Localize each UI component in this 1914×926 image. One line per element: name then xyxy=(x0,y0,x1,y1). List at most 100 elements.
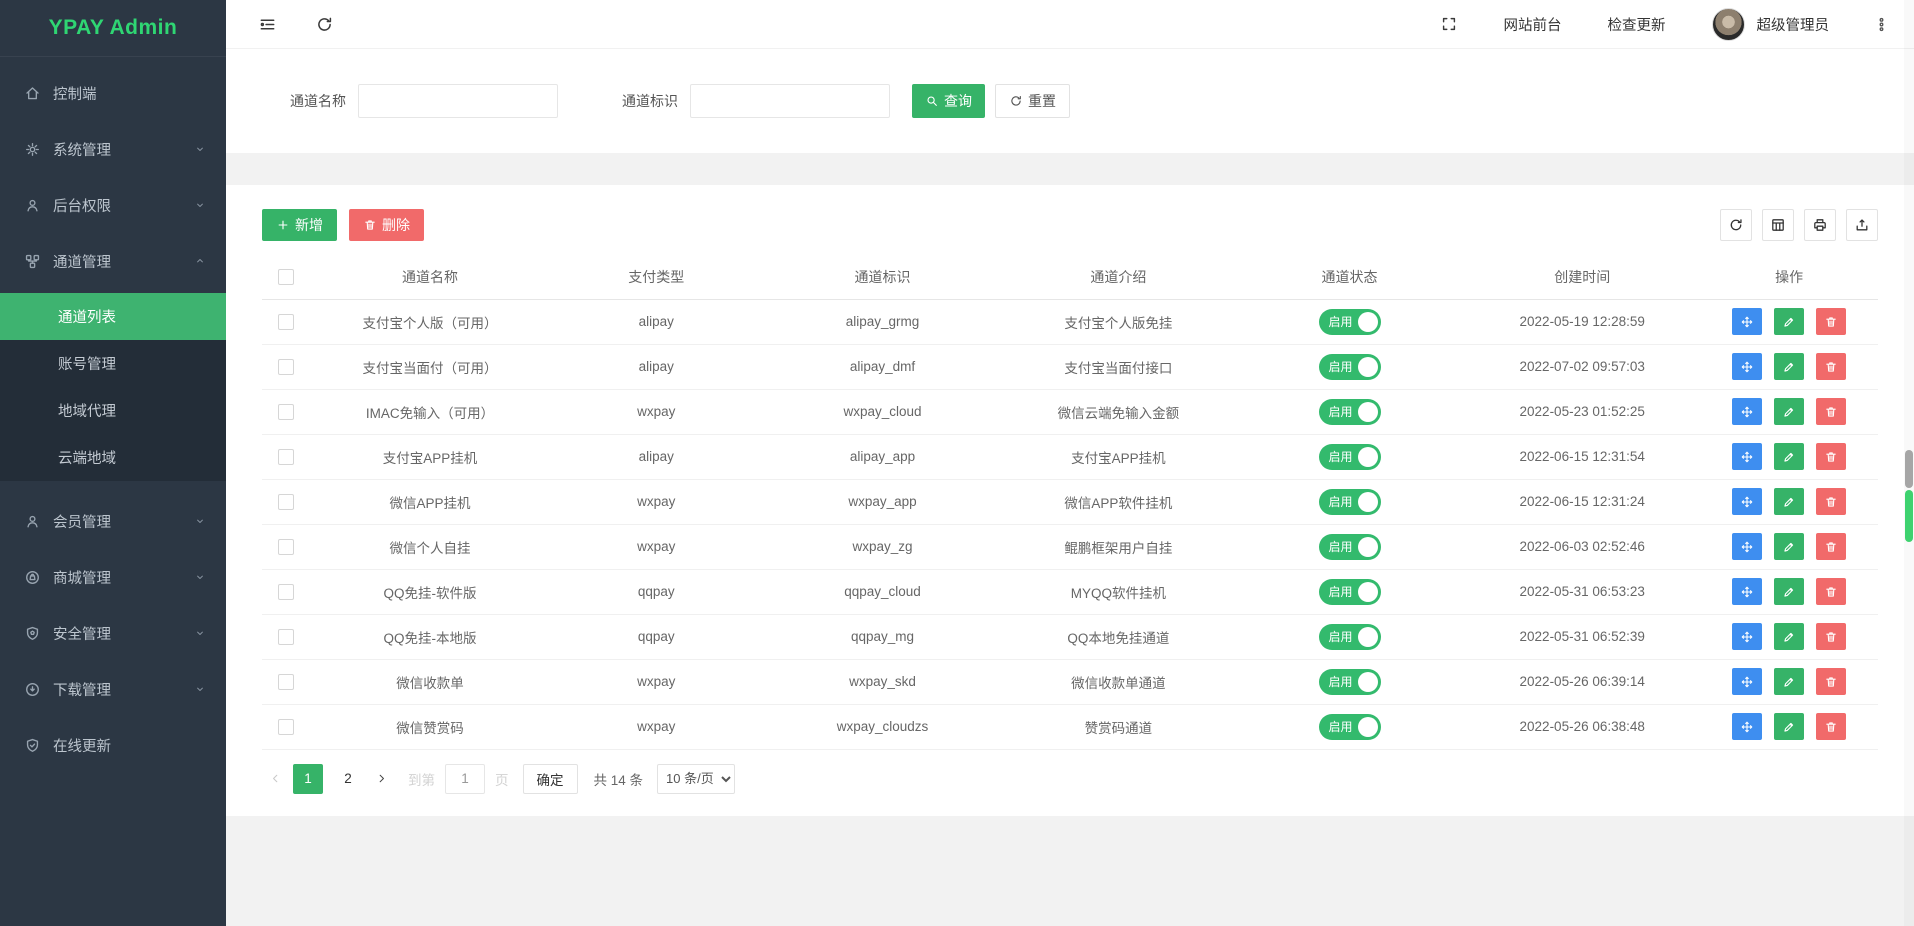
page-size-select[interactable]: 10 条/页 xyxy=(657,764,735,794)
more-dots-icon[interactable] xyxy=(1873,16,1890,33)
move-button[interactable] xyxy=(1732,623,1762,650)
move-button[interactable] xyxy=(1732,668,1762,695)
delete-button[interactable] xyxy=(1816,623,1846,650)
user-name[interactable]: 超级管理员 xyxy=(1757,14,1830,35)
move-button[interactable] xyxy=(1732,398,1762,425)
sidebar-item-channels[interactable]: 通道管理 xyxy=(0,237,226,285)
status-toggle[interactable]: 启用 xyxy=(1319,309,1381,335)
cell-channel-intro: 微信云端免输入金额 xyxy=(1002,389,1235,434)
row-checkbox[interactable] xyxy=(278,719,294,735)
channel-code-input[interactable] xyxy=(690,84,890,118)
refresh-page-icon[interactable] xyxy=(315,15,334,34)
page-2-button[interactable]: 2 xyxy=(333,764,363,794)
delete-selected-button[interactable]: 删除 xyxy=(349,209,424,241)
chevron-down-icon xyxy=(194,143,206,155)
move-button[interactable] xyxy=(1732,533,1762,560)
refresh-table-button[interactable] xyxy=(1720,209,1752,241)
reset-button[interactable]: 重置 xyxy=(995,84,1070,118)
sidebar-item-console[interactable]: 控制端 xyxy=(0,69,226,117)
move-button[interactable] xyxy=(1732,353,1762,380)
prev-page-button[interactable] xyxy=(262,764,288,794)
delete-button[interactable] xyxy=(1816,488,1846,515)
delete-button[interactable] xyxy=(1816,353,1846,380)
delete-button[interactable] xyxy=(1816,443,1846,470)
sidebar-item-permissions[interactable]: 后台权限 xyxy=(0,181,226,229)
site-front-link[interactable]: 网站前台 xyxy=(1504,14,1562,35)
status-toggle[interactable]: 启用 xyxy=(1319,669,1381,695)
jump-confirm-button[interactable]: 确定 xyxy=(523,764,578,794)
sidebar-item-mall[interactable]: 商城管理 xyxy=(0,553,226,601)
row-checkbox[interactable] xyxy=(278,674,294,690)
main-area: 网站前台 检查更新 超级管理员 通道名称 通道标识 查询 重置 新增 xyxy=(226,0,1914,926)
collapse-menu-icon[interactable] xyxy=(258,15,277,34)
status-toggle[interactable]: 启用 xyxy=(1319,579,1381,605)
page-1-button[interactable]: 1 xyxy=(293,764,323,794)
delete-button[interactable] xyxy=(1816,713,1846,740)
print-button[interactable] xyxy=(1804,209,1836,241)
edit-button[interactable] xyxy=(1774,353,1804,380)
row-checkbox[interactable] xyxy=(278,314,294,330)
edit-button[interactable] xyxy=(1774,443,1804,470)
row-checkbox[interactable] xyxy=(278,539,294,555)
columns-filter-button[interactable] xyxy=(1762,209,1794,241)
check-update-link[interactable]: 检查更新 xyxy=(1608,14,1666,35)
sidebar-item-security[interactable]: 安全管理 xyxy=(0,609,226,657)
status-toggle[interactable]: 启用 xyxy=(1319,714,1381,740)
next-page-button[interactable] xyxy=(368,764,394,794)
cell-channel-name: 支付宝当面付（可用） xyxy=(310,344,549,389)
scrollbar-thumb[interactable] xyxy=(1905,450,1913,488)
add-button[interactable]: 新增 xyxy=(262,209,337,241)
move-button[interactable] xyxy=(1732,578,1762,605)
row-checkbox[interactable] xyxy=(278,449,294,465)
jump-page-input[interactable] xyxy=(445,764,485,794)
fullscreen-icon[interactable] xyxy=(1440,15,1458,33)
sidebar-item-online-update[interactable]: 在线更新 xyxy=(0,721,226,769)
sidebar-item-downloads[interactable]: 下载管理 xyxy=(0,665,226,713)
delete-button[interactable] xyxy=(1816,308,1846,335)
move-icon xyxy=(1740,360,1754,374)
export-button[interactable] xyxy=(1846,209,1878,241)
edit-button[interactable] xyxy=(1774,308,1804,335)
status-toggle[interactable]: 启用 xyxy=(1319,444,1381,470)
sidebar-subitem-channel-list[interactable]: 通道列表 xyxy=(0,293,226,340)
delete-button[interactable] xyxy=(1816,533,1846,560)
move-button[interactable] xyxy=(1732,443,1762,470)
status-toggle[interactable]: 启用 xyxy=(1319,489,1381,515)
sidebar-item-system[interactable]: 系统管理 xyxy=(0,125,226,173)
row-checkbox[interactable] xyxy=(278,359,294,375)
status-toggle[interactable]: 启用 xyxy=(1319,534,1381,560)
delete-button[interactable] xyxy=(1816,398,1846,425)
sidebar-subitem-cloud-region[interactable]: 云端地域 xyxy=(0,434,226,481)
edit-button[interactable] xyxy=(1774,488,1804,515)
delete-button[interactable] xyxy=(1816,668,1846,695)
channel-name-input[interactable] xyxy=(358,84,558,118)
edit-button[interactable] xyxy=(1774,713,1804,740)
status-toggle[interactable]: 启用 xyxy=(1319,354,1381,380)
cell-channel-code: wxpay_cloudzs xyxy=(763,704,1002,749)
status-toggle[interactable]: 启用 xyxy=(1319,399,1381,425)
cell-channel-code: alipay_app xyxy=(763,434,1002,479)
edit-button[interactable] xyxy=(1774,623,1804,650)
delete-button[interactable] xyxy=(1816,578,1846,605)
avatar[interactable] xyxy=(1712,8,1745,41)
move-button[interactable] xyxy=(1732,488,1762,515)
sidebar-subitem-accounts[interactable]: 账号管理 xyxy=(0,340,226,387)
edit-button[interactable] xyxy=(1774,398,1804,425)
sidebar-item-members[interactable]: 会员管理 xyxy=(0,497,226,545)
edit-button[interactable] xyxy=(1774,668,1804,695)
edit-button[interactable] xyxy=(1774,578,1804,605)
select-all-checkbox[interactable] xyxy=(278,269,294,285)
edit-button[interactable] xyxy=(1774,533,1804,560)
sidebar-subitem-region-agent[interactable]: 地域代理 xyxy=(0,387,226,434)
cell-channel-intro: 鲲鹏框架用户自挂 xyxy=(1002,524,1235,569)
columns-icon xyxy=(1770,217,1786,233)
cell-channel-name: IMAC免输入（可用） xyxy=(310,389,549,434)
move-button[interactable] xyxy=(1732,308,1762,335)
row-checkbox[interactable] xyxy=(278,629,294,645)
status-toggle[interactable]: 启用 xyxy=(1319,624,1381,650)
row-checkbox[interactable] xyxy=(278,404,294,420)
move-button[interactable] xyxy=(1732,713,1762,740)
row-checkbox[interactable] xyxy=(278,494,294,510)
row-checkbox[interactable] xyxy=(278,584,294,600)
query-button[interactable]: 查询 xyxy=(912,84,985,118)
